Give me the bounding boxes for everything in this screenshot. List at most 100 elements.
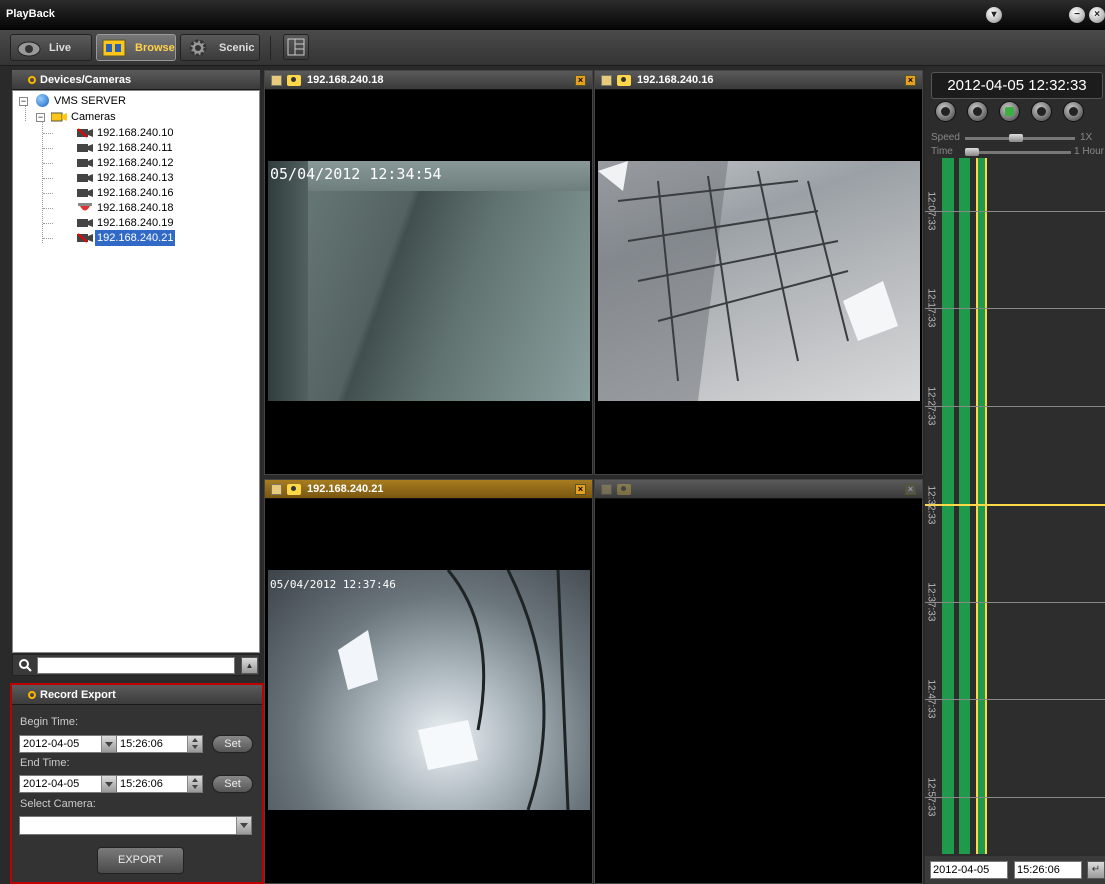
close-button[interactable]: × — [1089, 7, 1105, 23]
tab-scenic[interactable]: Scenic — [180, 34, 260, 61]
spinner-icon[interactable] — [187, 776, 202, 792]
camera-icon — [77, 144, 93, 152]
play-button[interactable] — [1031, 101, 1052, 122]
devices-header-label: Devices/Cameras — [40, 74, 132, 86]
record-segment — [976, 158, 987, 854]
title-bar: PlayBack ▾ − × — [0, 0, 1105, 30]
snapshot-icon[interactable] — [271, 75, 282, 86]
video-frame — [598, 161, 920, 401]
begin-time-label: Begin Time: — [20, 716, 79, 728]
tree-item-camera[interactable]: 192.168.240.18 — [43, 200, 243, 216]
tree-item-camera-selected[interactable]: 192.168.240.21 — [43, 230, 243, 246]
step-back-button[interactable] — [967, 101, 988, 122]
tab-live-label: Live — [49, 42, 72, 54]
video-cell-3[interactable]: 192.168.240.21 × 05/04/2012 12:37:46 — [264, 479, 593, 884]
chevron-down-icon[interactable] — [236, 817, 251, 834]
skip-back-button[interactable] — [935, 101, 956, 122]
speed-slider-thumb[interactable] — [1009, 134, 1023, 142]
record-icon[interactable] — [287, 484, 301, 495]
camera-group-icon — [51, 112, 67, 122]
record-icon[interactable] — [617, 75, 631, 86]
close-icon[interactable]: × — [575, 75, 586, 86]
devices-panel-header: Devices/Cameras — [12, 70, 260, 90]
tab-live[interactable]: Live — [10, 34, 92, 61]
playback-window: PlayBack ▾ − × Live Browse Scenic Device… — [0, 0, 1105, 884]
tree-item-camera[interactable]: 192.168.240.10 — [43, 125, 243, 141]
video-cell-4-empty[interactable]: × — [594, 479, 923, 884]
export-button[interactable]: EXPORT — [97, 847, 184, 874]
stop-button[interactable] — [999, 101, 1020, 122]
timeline-goto-bar: 2012-04-05 15:26:06 ↵ — [925, 856, 1105, 884]
end-time-spinner[interactable]: 15:26:06 — [116, 775, 203, 793]
speed-slider[interactable] — [965, 134, 1075, 142]
playback-cursor[interactable] — [925, 504, 1105, 506]
tick-line — [925, 797, 1105, 798]
search-dropdown-button[interactable]: ▲ — [241, 657, 258, 674]
tick-line — [925, 602, 1105, 603]
spinner-icon[interactable] — [187, 736, 202, 752]
tree-item-camera[interactable]: 192.168.240.16 — [43, 185, 243, 201]
tab-browse-label: Browse — [135, 42, 175, 54]
tree-line — [43, 148, 53, 149]
record-icon[interactable] — [287, 75, 301, 86]
camera-select[interactable] — [19, 816, 252, 835]
begin-date-picker[interactable]: 2012-04-05 — [19, 735, 117, 753]
close-icon[interactable]: × — [905, 484, 916, 495]
snapshot-icon[interactable] — [601, 75, 612, 86]
close-icon[interactable]: × — [905, 75, 916, 86]
video-cell-title: 192.168.240.21 — [307, 483, 384, 495]
camera-label: 192.168.240.16 — [97, 187, 174, 199]
bullet-icon — [28, 691, 36, 699]
end-date-value: 2012-04-05 — [23, 778, 80, 790]
record-export-header: Record Export — [12, 685, 262, 705]
tree-node-server[interactable]: − VMS SERVER — [16, 93, 216, 109]
camera-label: 192.168.240.18 — [97, 202, 174, 214]
video-cell-2[interactable]: 192.168.240.16 × — [594, 70, 923, 475]
end-set-button[interactable]: Set — [212, 775, 253, 793]
tree-item-camera[interactable]: 192.168.240.19 — [43, 215, 243, 231]
tick-line — [925, 308, 1105, 309]
tree-item-camera[interactable]: 192.168.240.13 — [43, 170, 243, 186]
time-scale-slider[interactable] — [965, 148, 1071, 156]
chevron-down-icon[interactable] — [101, 736, 116, 752]
camera-offline-icon — [77, 233, 93, 243]
time-scale-thumb[interactable] — [965, 148, 979, 156]
video-frame: 05/04/2012 12:34:54 — [268, 161, 590, 401]
toolbar-divider — [270, 36, 271, 60]
search-icon — [19, 659, 32, 672]
camera-label: 192.168.240.11 — [97, 142, 173, 154]
goto-enter-icon[interactable]: ↵ — [1087, 861, 1105, 879]
collapse-icon[interactable]: − — [19, 97, 28, 106]
close-icon[interactable]: × — [575, 484, 586, 495]
tick-line — [925, 699, 1105, 700]
end-date-picker[interactable]: 2012-04-05 — [19, 775, 117, 793]
device-tree[interactable]: − VMS SERVER − Cameras 192.168.240.10 19… — [12, 90, 260, 653]
record-export-panel: Record Export Begin Time: 2012-04-05 15:… — [10, 683, 264, 884]
tab-browse[interactable]: Browse — [96, 34, 176, 61]
device-search-input[interactable] — [37, 657, 235, 674]
begin-date-value: 2012-04-05 — [23, 738, 80, 750]
video-cell-header: 192.168.240.16 × — [595, 71, 922, 90]
skip-forward-button[interactable] — [1063, 101, 1084, 122]
tree-line — [43, 223, 53, 224]
tree-node-cameras[interactable]: − Cameras — [33, 109, 213, 125]
minimize-button[interactable]: − — [1069, 7, 1085, 23]
layout-button[interactable] — [283, 34, 309, 60]
collapse-icon[interactable]: − — [36, 113, 45, 122]
server-label: VMS SERVER — [54, 95, 126, 107]
menu-button[interactable]: ▾ — [986, 7, 1002, 23]
snapshot-icon[interactable] — [271, 484, 282, 495]
goto-time-spinner[interactable]: 15:26:06 — [1014, 861, 1082, 879]
video-cell-1[interactable]: 192.168.240.18 × 05/04/2012 12:34:54 — [264, 70, 593, 475]
tree-item-camera[interactable]: 192.168.240.12 — [43, 155, 243, 171]
playback-clock: 2012-04-05 12:32:33 — [931, 72, 1103, 99]
timeline-track[interactable]: 12:07:33 12:17:33 12:27:33 12:32:33 12:3… — [925, 158, 1105, 854]
camera-label: 192.168.240.13 — [97, 172, 174, 184]
tick-label: 12:37:33 — [925, 582, 937, 622]
begin-set-button[interactable]: Set — [212, 735, 253, 753]
begin-time-spinner[interactable]: 15:26:06 — [116, 735, 203, 753]
chevron-down-icon[interactable] — [101, 776, 116, 792]
tree-item-camera[interactable]: 192.168.240.11 — [43, 140, 243, 156]
goto-date-picker[interactable]: 2012-04-05 — [930, 861, 1008, 879]
select-camera-label: Select Camera: — [20, 798, 96, 810]
